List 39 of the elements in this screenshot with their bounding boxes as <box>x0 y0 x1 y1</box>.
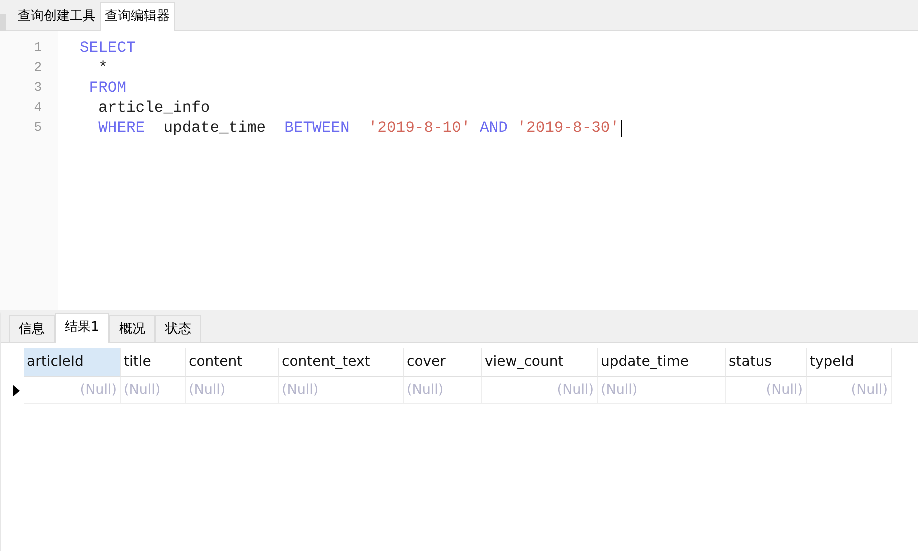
column-header[interactable]: content_text <box>279 348 404 377</box>
table-cell: (Null) <box>482 377 598 404</box>
column-header[interactable]: update_time <box>598 348 726 377</box>
column-header[interactable]: status <box>726 348 807 377</box>
line-number: 5 <box>33 119 43 137</box>
column-header[interactable]: view_count <box>482 348 598 377</box>
code-text: article_info <box>98 98 210 118</box>
table-cell: (Null) <box>726 377 807 404</box>
table-cell: (Null) <box>807 377 892 404</box>
sql-keyword: BETWEEN <box>284 118 350 138</box>
editor-tab[interactable]: 查询编辑器 <box>100 2 175 31</box>
result-tab[interactable]: 状态 <box>155 315 202 342</box>
sql-keyword: AND <box>479 118 508 138</box>
editor-tab[interactable]: 查询创建工具 <box>14 3 100 30</box>
column-header[interactable]: cover <box>404 348 482 377</box>
sql-keyword: FROM <box>88 78 127 98</box>
table-cell: (Null) <box>24 377 121 404</box>
table-cell: (Null) <box>279 377 404 404</box>
column-header[interactable]: typeId <box>807 348 892 377</box>
line-number: 3 <box>33 79 43 97</box>
string-literal: '2019-8-30' <box>516 118 620 138</box>
line-number: 4 <box>33 99 43 117</box>
table-cell: (Null) <box>186 377 279 404</box>
column-header[interactable]: articleId <box>24 348 121 377</box>
code-text: update_time <box>162 118 268 138</box>
table-cell: (Null) <box>598 377 726 404</box>
sql-keyword: SELECT <box>80 38 136 58</box>
table-cell: (Null) <box>121 377 186 404</box>
result-tab[interactable]: 概况 <box>109 315 156 342</box>
result-tab[interactable]: 信息 <box>9 315 55 342</box>
column-header[interactable]: content <box>186 348 279 377</box>
sql-keyword: WHERE <box>98 118 146 138</box>
table-cell: (Null) <box>404 377 482 404</box>
column-header[interactable]: title <box>121 348 186 377</box>
line-number: 2 <box>33 59 43 77</box>
string-literal: '2019-8-10' <box>367 118 471 138</box>
code-text: * <box>98 58 108 78</box>
line-number: 1 <box>33 39 43 57</box>
result-tab[interactable]: 结果1 <box>55 313 110 343</box>
